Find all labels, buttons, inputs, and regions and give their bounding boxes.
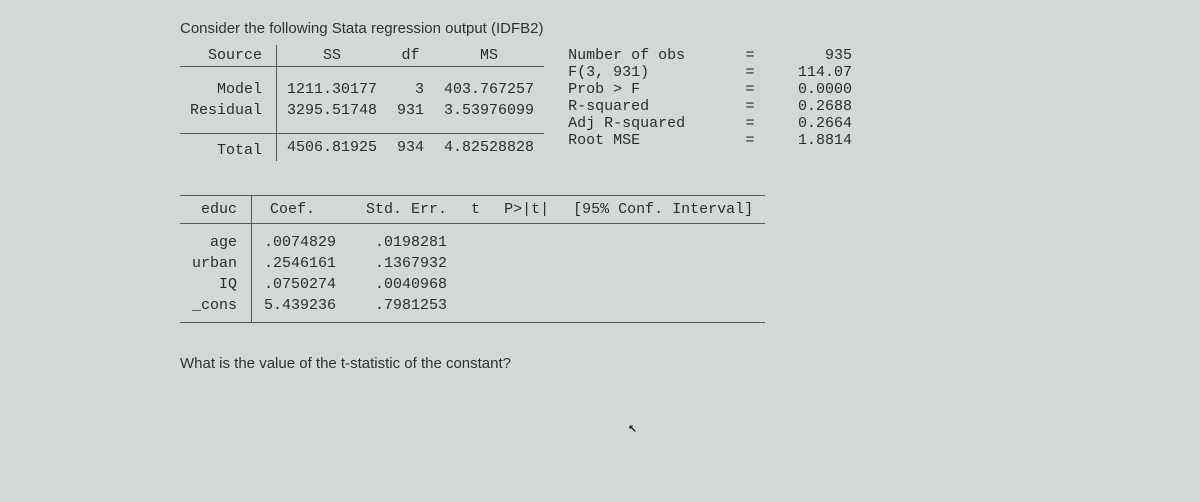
fit-fstat-label: F(3, 931) (568, 64, 738, 81)
coef-header-coef: Coef. (252, 196, 349, 224)
coef-cons-cihi (663, 295, 765, 323)
fit-r2: R-squared = 0.2688 (568, 98, 852, 115)
coef-cons-t (459, 295, 492, 323)
coef-row-iq: IQ .0750274 .0040968 (180, 274, 765, 295)
anova-row-model: Model 1211.30177 3 403.767257 (180, 79, 544, 100)
fit-fstat: F(3, 931) = 114.07 (568, 64, 852, 81)
coef-age-label: age (180, 224, 252, 254)
fit-rmse-label: Root MSE (568, 132, 738, 149)
coef-age-se: .0198281 (348, 224, 459, 254)
equals-sign: = (738, 47, 762, 64)
coef-header-t: t (459, 196, 492, 224)
anova-header-ss: SS (277, 45, 388, 67)
coef-iq-label: IQ (180, 274, 252, 295)
anova-residual-label: Residual (180, 100, 277, 121)
coef-age-t (459, 224, 492, 254)
anova-residual-ms: 3.53976099 (434, 100, 544, 121)
coef-urban-p (492, 253, 561, 274)
coef-cons-p (492, 295, 561, 323)
anova-total-ms: 4.82528828 (434, 134, 544, 162)
intro-text: Consider the following Stata regression … (180, 20, 1020, 37)
fit-nobs-value: 935 (762, 47, 852, 64)
fit-probf-label: Prob > F (568, 81, 738, 98)
question-text: What is the value of the t-statistic of … (180, 355, 1020, 372)
fit-r2-label: R-squared (568, 98, 738, 115)
anova-and-fit-container: Source SS df MS Model 1211.30177 3 403.7… (180, 45, 1020, 161)
fit-adjr2-label: Adj R-squared (568, 115, 738, 132)
anova-header-ms: MS (434, 45, 544, 67)
coef-age-p (492, 224, 561, 254)
coef-urban-cihi (663, 253, 765, 274)
anova-residual-df: 931 (387, 100, 434, 121)
anova-header-df: df (387, 45, 434, 67)
anova-model-df: 3 (387, 79, 434, 100)
fit-statistics: Number of obs = 935 F(3, 931) = 114.07 P… (568, 45, 852, 149)
coef-urban-label: urban (180, 253, 252, 274)
fit-fstat-value: 114.07 (762, 64, 852, 81)
coef-cons-coef: 5.439236 (252, 295, 349, 323)
fit-adjr2-value: 0.2664 (762, 115, 852, 132)
coef-urban-t (459, 253, 492, 274)
coef-row-cons: _cons 5.439236 .7981253 (180, 295, 765, 323)
anova-total-label: Total (180, 134, 277, 162)
fit-rmse-value: 1.8814 (762, 132, 852, 149)
coefficient-table: educ Coef. Std. Err. t P>|t| [95% Conf. … (180, 195, 765, 323)
fit-nobs-label: Number of obs (568, 47, 738, 64)
coef-cons-se: .7981253 (348, 295, 459, 323)
coef-urban-coef: .2546161 (252, 253, 349, 274)
coef-age-cihi (663, 224, 765, 254)
anova-model-label: Model (180, 79, 277, 100)
coef-iq-coef: .0750274 (252, 274, 349, 295)
coef-row-age: age .0074829 .0198281 (180, 224, 765, 254)
coef-iq-p (492, 274, 561, 295)
coef-urban-cilo (561, 253, 663, 274)
anova-header-source: Source (180, 45, 277, 67)
anova-table: Source SS df MS Model 1211.30177 3 403.7… (180, 45, 544, 161)
coef-cons-cilo (561, 295, 663, 323)
coef-cons-label: _cons (180, 295, 252, 323)
anova-row-total: Total 4506.81925 934 4.82528828 (180, 134, 544, 162)
equals-sign: = (738, 81, 762, 98)
coef-header-p: P>|t| (492, 196, 561, 224)
coef-age-coef: .0074829 (252, 224, 349, 254)
fit-r2-value: 0.2688 (762, 98, 852, 115)
coef-age-cilo (561, 224, 663, 254)
equals-sign: = (738, 115, 762, 132)
cursor-icon: ↖ (628, 418, 637, 437)
equals-sign: = (738, 98, 762, 115)
anova-total-ss: 4506.81925 (277, 134, 388, 162)
coef-urban-se: .1367932 (348, 253, 459, 274)
coef-header-se: Std. Err. (348, 196, 459, 224)
equals-sign: = (738, 64, 762, 81)
anova-residual-ss: 3295.51748 (277, 100, 388, 121)
fit-adjr2: Adj R-squared = 0.2664 (568, 115, 852, 132)
coef-iq-cihi (663, 274, 765, 295)
anova-model-ss: 1211.30177 (277, 79, 388, 100)
fit-probf-value: 0.0000 (762, 81, 852, 98)
anova-model-ms: 403.767257 (434, 79, 544, 100)
anova-total-df: 934 (387, 134, 434, 162)
fit-nobs: Number of obs = 935 (568, 47, 852, 64)
fit-rmse: Root MSE = 1.8814 (568, 132, 852, 149)
anova-row-residual: Residual 3295.51748 931 3.53976099 (180, 100, 544, 121)
coef-iq-se: .0040968 (348, 274, 459, 295)
equals-sign: = (738, 132, 762, 149)
fit-probf: Prob > F = 0.0000 (568, 81, 852, 98)
coef-iq-cilo (561, 274, 663, 295)
coef-row-urban: urban .2546161 .1367932 (180, 253, 765, 274)
coef-header-depvar: educ (180, 196, 252, 224)
coef-header-ci: [95% Conf. Interval] (561, 196, 765, 224)
coef-iq-t (459, 274, 492, 295)
